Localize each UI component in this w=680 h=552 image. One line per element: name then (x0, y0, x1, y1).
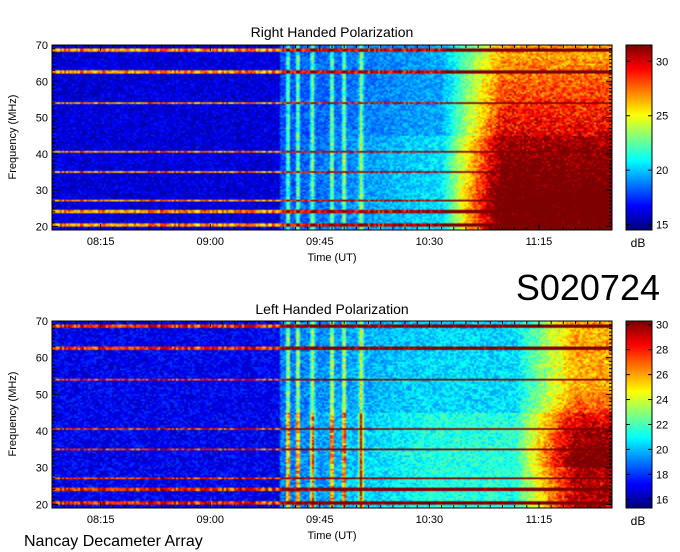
right-colorbar (626, 45, 652, 230)
left-y-axis-label: Frequency (MHz) (7, 372, 19, 457)
left-colorbar (626, 321, 652, 508)
colorbar-tick-label: 22 (656, 419, 668, 431)
left-spectrogram-image (52, 321, 612, 508)
y-tick-label: 60 (36, 353, 48, 365)
left-x-axis-label: Time (UT) (307, 530, 356, 542)
colorbar-tick-label: 28 (656, 345, 668, 357)
right-y-axis-label: Frequency (MHz) (7, 95, 19, 180)
y-tick-label: 40 (36, 149, 48, 161)
colorbar-tick-label: 30 (656, 56, 668, 68)
y-tick-label: 20 (36, 221, 48, 233)
colorbar-tick-label: 24 (656, 395, 668, 407)
y-tick-label: 70 (36, 316, 48, 328)
x-tick-label: 09:00 (196, 514, 224, 526)
colorbar-tick-label: 20 (656, 444, 668, 456)
observatory-name: Nancay Decameter Array (24, 533, 203, 550)
y-tick-label: 50 (36, 389, 48, 401)
x-tick-label: 08:15 (87, 514, 115, 526)
y-tick-label: 20 (36, 499, 48, 511)
x-tick-label: 09:45 (306, 236, 334, 248)
x-tick-label: 10:30 (416, 236, 444, 248)
right-polarization-panel: Right Handed Polarization 20 30 40 50 60 70 0… (7, 24, 668, 264)
y-tick-label: 30 (36, 463, 48, 475)
colorbar-tick-label: 15 (656, 220, 668, 232)
colorbar-tick-label: 18 (656, 469, 668, 481)
x-tick-label: 09:45 (306, 514, 334, 526)
colorbar-tick-label: 16 (656, 494, 668, 506)
colorbar-tick-label: 30 (656, 320, 668, 332)
y-tick-label: 70 (36, 40, 48, 52)
colorbar-tick-label: 20 (656, 165, 668, 177)
left-polarization-panel: Left Handed Polarization 20 30 40 50 60 70 08… (7, 301, 668, 542)
x-tick-label: 10:30 (416, 514, 444, 526)
x-tick-label: 11:15 (526, 236, 553, 248)
x-tick-label: 09:00 (196, 236, 224, 248)
right-x-axis-label: Time (UT) (307, 252, 356, 264)
colorbar-tick-label: 26 (656, 370, 668, 382)
left-panel-title: Left Handed Polarization (255, 301, 408, 317)
spectrogram-figure: Right Handed Polarization 20 30 40 50 60 70 0… (7, 24, 668, 550)
right-panel-title: Right Handed Polarization (251, 24, 414, 40)
colorbar-tick-label: 25 (656, 111, 668, 123)
right-heatmap-area (52, 45, 612, 230)
x-tick-label: 08:15 (87, 236, 115, 248)
x-tick-label: 11:15 (526, 514, 553, 526)
right-spectrogram-image (52, 45, 612, 230)
y-tick-label: 40 (36, 426, 48, 438)
station-code: S020724 (516, 267, 660, 308)
right-colorbar-label: dB (631, 236, 646, 250)
y-tick-label: 50 (36, 113, 48, 125)
left-colorbar-label: dB (631, 514, 646, 528)
y-tick-label: 60 (36, 76, 48, 88)
y-tick-label: 30 (36, 185, 48, 197)
